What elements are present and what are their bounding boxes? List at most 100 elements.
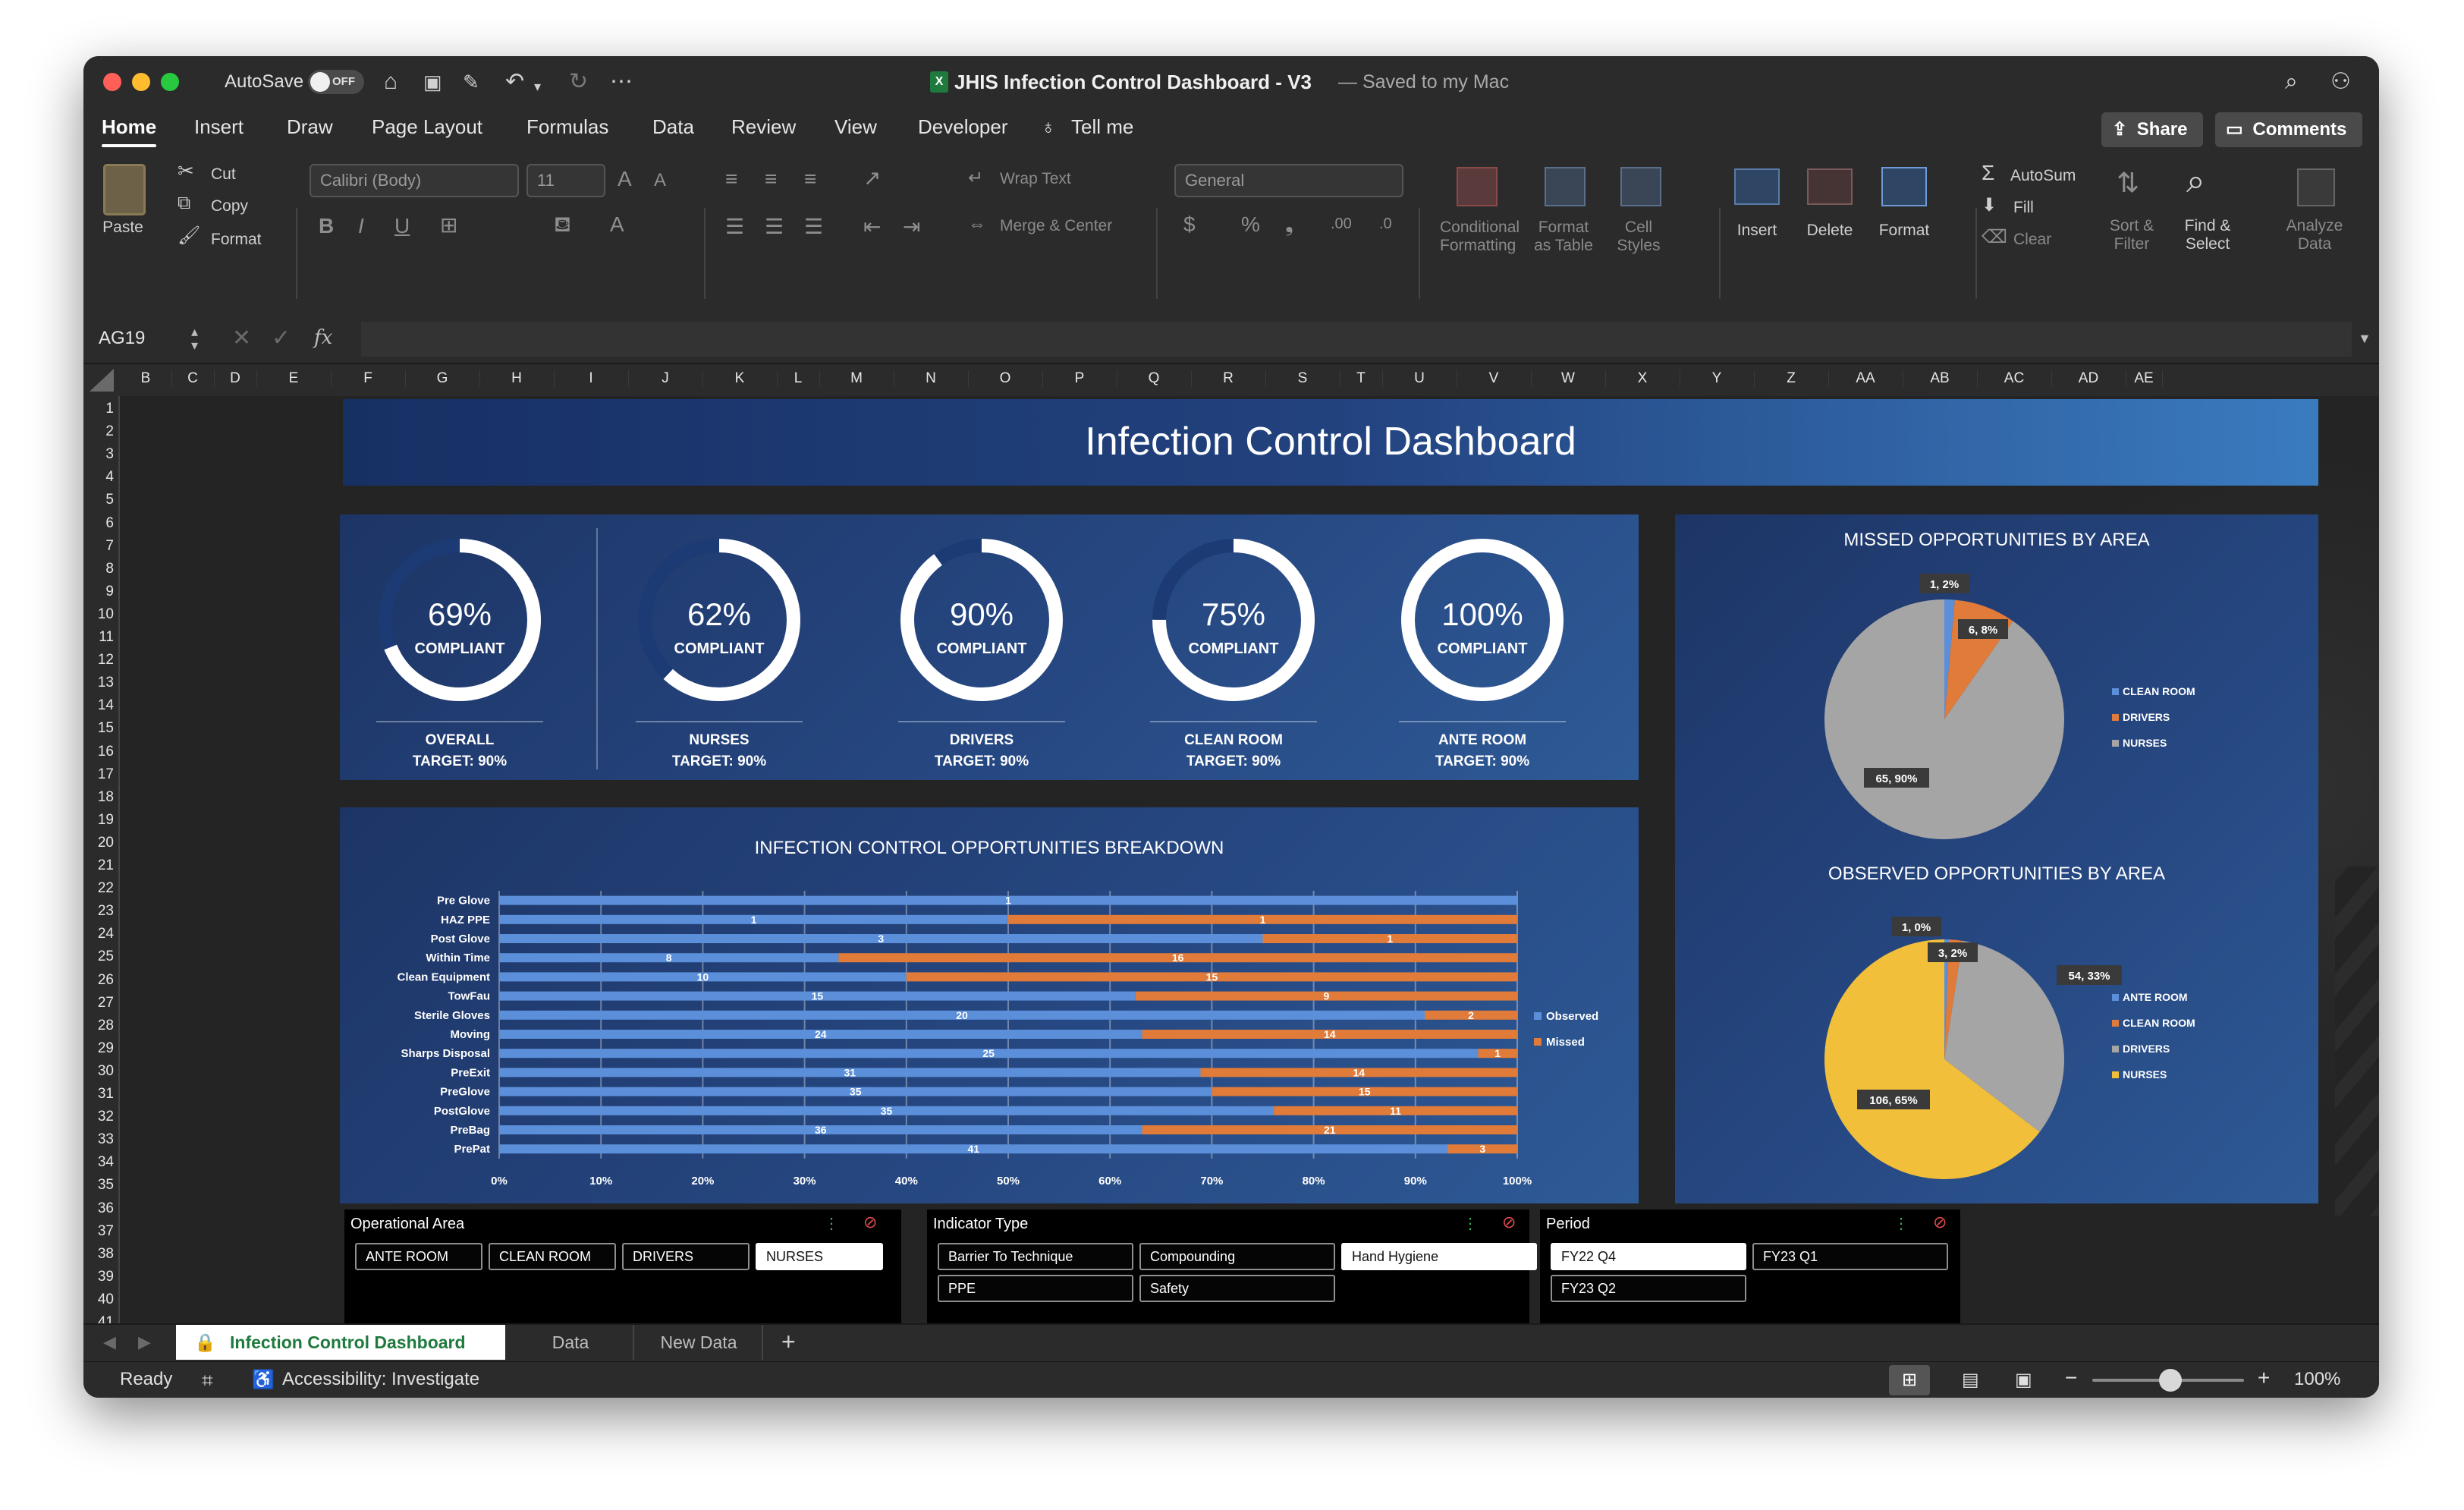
- column-header[interactable]: O: [968, 370, 1043, 387]
- orientation-icon[interactable]: ↗: [863, 165, 881, 190]
- close-window-button[interactable]: [103, 73, 121, 91]
- row-header[interactable]: 11: [83, 629, 114, 646]
- increase-decimal-icon[interactable]: .00: [1331, 215, 1352, 233]
- slicer-button[interactable]: Barrier To Technique: [938, 1243, 1133, 1270]
- analyze-data-label[interactable]: Analyze Data: [2282, 217, 2347, 253]
- column-header[interactable]: AA: [1828, 370, 1903, 387]
- column-header[interactable]: K: [702, 370, 778, 387]
- row-header[interactable]: 18: [83, 789, 114, 806]
- conditional-formatting-icon[interactable]: [1457, 167, 1498, 206]
- add-sheet-icon[interactable]: +: [781, 1328, 796, 1356]
- column-header[interactable]: B: [120, 370, 172, 387]
- column-header[interactable]: G: [405, 370, 480, 387]
- sheet-tab-data[interactable]: Data: [508, 1325, 634, 1360]
- row-header[interactable]: 9: [83, 584, 114, 600]
- row-header[interactable]: 12: [83, 652, 114, 668]
- row-header[interactable]: 6: [83, 515, 114, 532]
- row-header[interactable]: 39: [83, 1269, 114, 1285]
- insert-cells-icon[interactable]: [1734, 168, 1780, 205]
- undo-dropdown-icon[interactable]: ▾: [534, 73, 541, 100]
- column-header[interactable]: T: [1340, 370, 1383, 387]
- format-cells-icon[interactable]: [1881, 167, 1927, 206]
- paste-icon[interactable]: [103, 164, 146, 215]
- number-format-select[interactable]: General: [1174, 164, 1403, 197]
- conditional-formatting-label[interactable]: Conditional Formatting: [1440, 219, 1520, 255]
- tab-page-layout[interactable]: Page Layout: [372, 115, 482, 139]
- page-layout-view-icon[interactable]: ▤: [1962, 1369, 1979, 1391]
- fill-label[interactable]: Fill: [2013, 199, 2034, 217]
- clear-filter-icon[interactable]: ⊘: [1502, 1213, 1516, 1232]
- tab-review[interactable]: Review: [731, 115, 796, 139]
- format-cells-label[interactable]: Format: [1872, 222, 1936, 240]
- align-right-icon[interactable]: ☰: [804, 214, 823, 239]
- sort-filter-label[interactable]: Sort & Filter: [2101, 217, 2162, 253]
- row-header[interactable]: 29: [83, 1040, 114, 1057]
- align-bottom-icon[interactable]: ≡: [804, 167, 816, 191]
- row-header[interactable]: 2: [83, 423, 114, 440]
- row-header[interactable]: 38: [83, 1246, 114, 1263]
- worksheet-grid[interactable]: Infection Control Dashboard 69% COMPLIANT…: [120, 396, 2379, 1379]
- row-header[interactable]: 25: [83, 948, 114, 965]
- row-header[interactable]: 16: [83, 744, 114, 760]
- tab-home[interactable]: Home: [102, 115, 156, 139]
- name-box[interactable]: AG19: [99, 328, 145, 349]
- autosave-toggle[interactable]: OFF: [308, 70, 364, 94]
- increase-font-icon[interactable]: A: [618, 167, 632, 191]
- sheet-tab-new-data[interactable]: New Data: [636, 1325, 763, 1360]
- tab-insert[interactable]: Insert: [194, 115, 244, 139]
- enter-icon[interactable]: ✓: [272, 325, 291, 351]
- page-break-view-icon[interactable]: ▣: [2015, 1369, 2032, 1391]
- multi-select-icon[interactable]: ⋮: [1463, 1214, 1478, 1233]
- tab-developer[interactable]: Developer: [918, 115, 1008, 139]
- slicer-button[interactable]: NURSES: [756, 1243, 883, 1270]
- tell-me-input[interactable]: Tell me: [1071, 115, 1133, 139]
- row-header[interactable]: 23: [83, 903, 114, 920]
- column-header[interactable]: AB: [1903, 370, 1978, 387]
- expand-formula-icon[interactable]: ▼: [2358, 331, 2371, 347]
- column-header[interactable]: I: [554, 370, 629, 387]
- column-header[interactable]: V: [1457, 370, 1532, 387]
- wrap-text-label[interactable]: Wrap Text: [1000, 170, 1071, 188]
- align-center-icon[interactable]: ☰: [765, 214, 784, 239]
- insert-function-icon[interactable]: fx: [314, 326, 332, 349]
- slicer-button[interactable]: Safety: [1139, 1275, 1335, 1302]
- paste-label[interactable]: Paste: [100, 219, 146, 237]
- sheet-tab-dashboard[interactable]: 🔒 Infection Control Dashboard: [176, 1325, 505, 1360]
- font-name-select[interactable]: Calibri (Body): [310, 164, 519, 197]
- row-header[interactable]: 14: [83, 697, 114, 714]
- undo-icon[interactable]: ↶: [505, 68, 524, 96]
- accessibility-icon[interactable]: ♿: [252, 1369, 275, 1391]
- increase-indent-icon[interactable]: ⇥: [903, 214, 920, 239]
- formula-input[interactable]: [361, 322, 2352, 357]
- save-status[interactable]: — Saved to my Mac: [1338, 71, 1509, 93]
- row-header[interactable]: 10: [83, 606, 114, 623]
- currency-icon[interactable]: $: [1183, 212, 1196, 237]
- search-icon[interactable]: ⌕: [2285, 68, 2298, 96]
- column-header[interactable]: M: [819, 370, 894, 387]
- column-header[interactable]: C: [171, 370, 215, 387]
- merge-center-icon[interactable]: ⇔: [968, 214, 986, 235]
- scissors-icon[interactable]: ✂: [178, 159, 194, 183]
- zoom-out-icon[interactable]: −: [2065, 1366, 2077, 1390]
- copy-label[interactable]: Copy: [211, 197, 248, 215]
- row-header[interactable]: 19: [83, 812, 114, 829]
- format-as-table-label[interactable]: Format as Table: [1529, 219, 1598, 255]
- insert-cells-label[interactable]: Insert: [1727, 222, 1787, 240]
- slicer-button[interactable]: PPE: [938, 1275, 1133, 1302]
- column-header[interactable]: J: [628, 370, 703, 387]
- row-header[interactable]: 36: [83, 1200, 114, 1217]
- decrease-font-icon[interactable]: A: [654, 170, 666, 191]
- row-header[interactable]: 34: [83, 1154, 114, 1171]
- row-header[interactable]: 26: [83, 972, 114, 989]
- home-icon[interactable]: ⌂: [384, 68, 398, 96]
- autosum-icon[interactable]: Σ: [1982, 161, 1994, 185]
- find-select-icon[interactable]: ⌕: [2186, 162, 2205, 200]
- row-header[interactable]: 27: [83, 995, 114, 1011]
- redo-icon[interactable]: ↻: [569, 68, 588, 96]
- column-header[interactable]: S: [1265, 370, 1340, 387]
- clear-filter-icon[interactable]: ⊘: [863, 1213, 877, 1232]
- slicer-button[interactable]: Hand Hygiene: [1341, 1243, 1537, 1270]
- row-header[interactable]: 13: [83, 675, 114, 691]
- slicer-button[interactable]: DRIVERS: [622, 1243, 750, 1270]
- clear-filter-icon[interactable]: ⊘: [1933, 1213, 1947, 1232]
